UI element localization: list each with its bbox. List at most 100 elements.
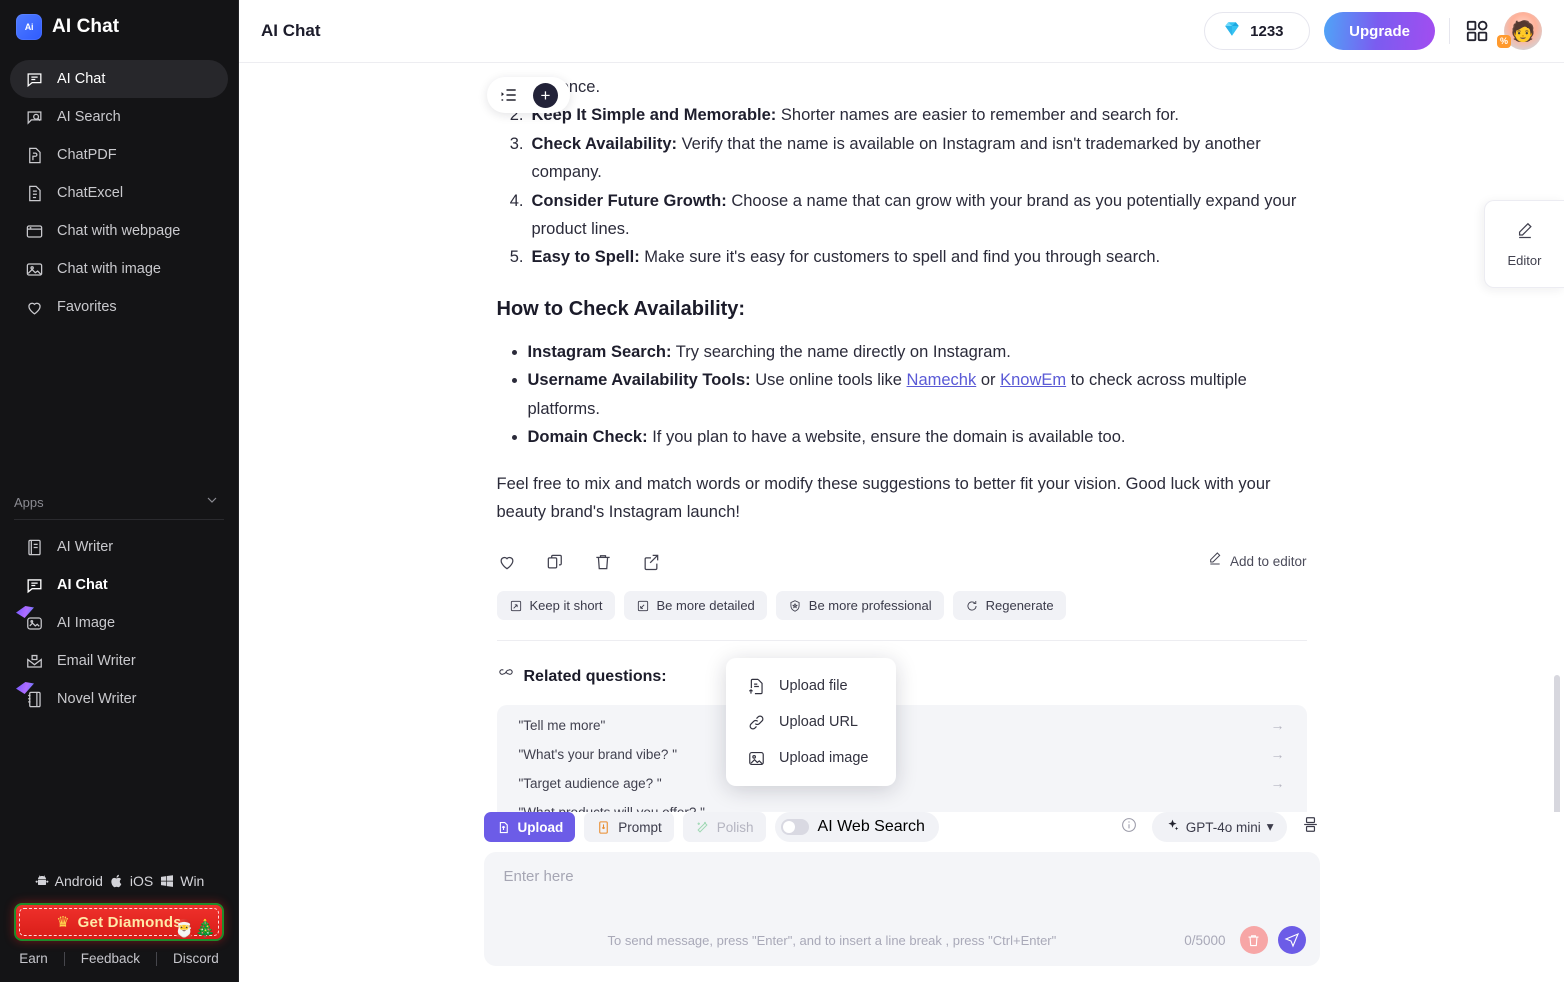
brand[interactable]: Ai AI Chat xyxy=(0,0,238,54)
polish-icon xyxy=(695,820,710,835)
polish-button-label: Polish xyxy=(716,819,754,835)
sidebar-item-chat-with-image[interactable]: Chat with image xyxy=(10,250,228,288)
sidebar-item-favorites[interactable]: Favorites xyxy=(10,288,228,326)
chevron-down-icon[interactable] xyxy=(204,492,220,513)
toggle-knob xyxy=(782,821,795,833)
list-item-rest: Shorter names are easier to remember and… xyxy=(776,106,1179,125)
app-item-ai-chat[interactable]: AI Chat xyxy=(10,566,228,604)
get-diamonds-button[interactable]: ♛ Get Diamonds 🎅🎄 xyxy=(14,903,224,941)
upload-menu-item-label: Upload file xyxy=(779,678,848,694)
sidebar-item-chatexcel[interactable]: ChatExcel xyxy=(10,174,228,212)
footer-link-earn[interactable]: Earn xyxy=(3,951,64,966)
list-number: 4. xyxy=(509,191,524,210)
app-item-ai-image[interactable]: AI Image xyxy=(10,604,228,642)
footer-link-discord[interactable]: Discord xyxy=(157,951,235,966)
credits-button[interactable]: 1233 xyxy=(1204,12,1311,50)
avatar[interactable]: 🧑 % xyxy=(1497,12,1542,50)
upload-menu-item-file[interactable]: Upload file xyxy=(726,668,896,704)
polish-button[interactable]: Polish xyxy=(682,812,766,842)
copy-icon[interactable] xyxy=(545,552,565,572)
list-number: 5. xyxy=(509,248,524,267)
like-icon[interactable] xyxy=(497,552,517,572)
send-button[interactable] xyxy=(1277,926,1306,954)
upload-dropdown-menu: Upload file Upload URL Upload image xyxy=(726,658,896,786)
related-question-item[interactable]: "What's your brand vibe? " → xyxy=(497,740,1307,769)
upload-button[interactable]: Upload xyxy=(483,812,576,842)
brand-title: AI Chat xyxy=(52,16,120,37)
platform-win[interactable]: Win xyxy=(159,873,204,889)
clear-input-button[interactable] xyxy=(1239,926,1268,954)
grid-apps-icon[interactable] xyxy=(1464,18,1490,44)
prompt-button[interactable]: Prompt xyxy=(584,812,674,842)
naming-tips-list: audience. 2. Keep It Simple and Memorabl… xyxy=(497,73,1307,272)
namechk-link[interactable]: Namechk xyxy=(907,371,977,389)
topbar-divider xyxy=(1449,18,1450,44)
message-actions: Add to editor xyxy=(497,550,1307,573)
related-question-item[interactable]: "Tell me more" → xyxy=(497,711,1307,740)
link-separator: or xyxy=(976,371,1001,390)
list-item: Domain Check: If you plan to have a webs… xyxy=(528,423,1307,451)
platform-android[interactable]: Android xyxy=(34,873,103,889)
upload-menu-item-image[interactable]: Upload image xyxy=(726,740,896,776)
app-item-ai-writer[interactable]: AI Writer xyxy=(10,528,228,566)
list-text: Keep It Simple and Memorable: Shorter na… xyxy=(532,101,1179,129)
delete-icon[interactable] xyxy=(593,552,613,572)
chip-keep-it-short[interactable]: Keep it short xyxy=(496,591,615,621)
chat-float-toolbar: + xyxy=(487,77,570,113)
platform-ios[interactable]: iOS xyxy=(109,873,153,889)
credits-count: 1233 xyxy=(1250,22,1284,40)
list-text: Easy to Spell: Make sure it's easy for c… xyxy=(532,243,1161,271)
list-item-rest: Use online tools like xyxy=(750,371,907,390)
compare-icon[interactable] xyxy=(1301,815,1320,839)
share-icon[interactable] xyxy=(641,552,661,572)
sidebar-spacer-bottom xyxy=(0,718,238,873)
chip-be-more-detailed[interactable]: Be more detailed xyxy=(623,591,767,621)
list-item: 4. Consider Future Growth: Choose a name… xyxy=(497,187,1307,244)
chip-regenerate[interactable]: Regenerate xyxy=(952,591,1066,621)
model-selector[interactable]: GPT-4o mini ▾ xyxy=(1151,812,1287,842)
android-icon xyxy=(34,873,50,889)
message-input[interactable]: Enter here xyxy=(504,868,1300,885)
sidebar-item-ai-chat[interactable]: AI Chat xyxy=(10,60,228,98)
message-input-card[interactable]: Enter here To send message, press "Enter… xyxy=(483,852,1320,966)
sidebar-item-chatpdf[interactable]: ChatPDF xyxy=(10,136,228,174)
sparkle-icon xyxy=(1165,818,1180,836)
info-icon[interactable] xyxy=(1120,816,1138,839)
apps-section-header[interactable]: Apps xyxy=(0,489,238,515)
list-item: 2. Keep It Simple and Memorable: Shorter… xyxy=(497,101,1307,129)
related-question-item[interactable]: "Target audience age? " → xyxy=(497,769,1307,798)
apple-icon xyxy=(109,873,125,889)
toggle-switch[interactable] xyxy=(780,819,809,835)
list-text: Check Availability: Verify that the name… xyxy=(532,130,1307,187)
upgrade-button[interactable]: Upgrade xyxy=(1324,12,1435,50)
upload-menu-item-url[interactable]: Upload URL xyxy=(726,704,896,740)
sidebar-item-chat-with-webpage[interactable]: Chat with webpage xyxy=(10,212,228,250)
windows-icon xyxy=(159,873,175,889)
refresh-icon xyxy=(965,599,979,613)
infinity-icon xyxy=(497,662,515,690)
main-area: AI Chat 1233 Upgrade 🧑 % + Editor 2. Kee… xyxy=(239,0,1564,982)
ai-web-search-toggle[interactable]: AI Web Search xyxy=(774,812,939,842)
new-chat-plus-icon[interactable]: + xyxy=(533,82,558,108)
chip-be-more-professional[interactable]: Be more professional xyxy=(775,591,944,621)
chip-label: Be more detailed xyxy=(656,597,755,613)
file-upload-icon xyxy=(747,677,766,696)
chip-label: Keep it short xyxy=(529,597,603,613)
pencil-icon xyxy=(1515,220,1535,245)
editor-panel-tab[interactable]: Editor xyxy=(1484,200,1564,288)
add-to-editor-label: Add to editor xyxy=(1229,554,1307,570)
brand-logo-icon: Ai xyxy=(16,14,42,40)
app-item-email-writer[interactable]: Email Writer xyxy=(10,642,228,680)
platform-links: Android iOS Win xyxy=(0,873,238,903)
chip-label: Regenerate xyxy=(985,597,1054,613)
pdf-icon xyxy=(24,145,44,165)
list-history-icon[interactable] xyxy=(499,85,519,105)
knowem-link[interactable]: KnowEm xyxy=(1000,371,1066,389)
sidebar-item-ai-search[interactable]: AI Search xyxy=(10,98,228,136)
sidebar-item-label: Chat with webpage xyxy=(57,223,181,239)
list-item-bold: Consider Future Growth: xyxy=(531,191,727,210)
footer-link-feedback[interactable]: Feedback xyxy=(65,951,156,966)
add-to-editor-button[interactable]: Add to editor xyxy=(1207,550,1307,573)
app-item-novel-writer[interactable]: Novel Writer xyxy=(10,680,228,718)
list-item: Instagram Search: Try searching the name… xyxy=(528,338,1307,366)
